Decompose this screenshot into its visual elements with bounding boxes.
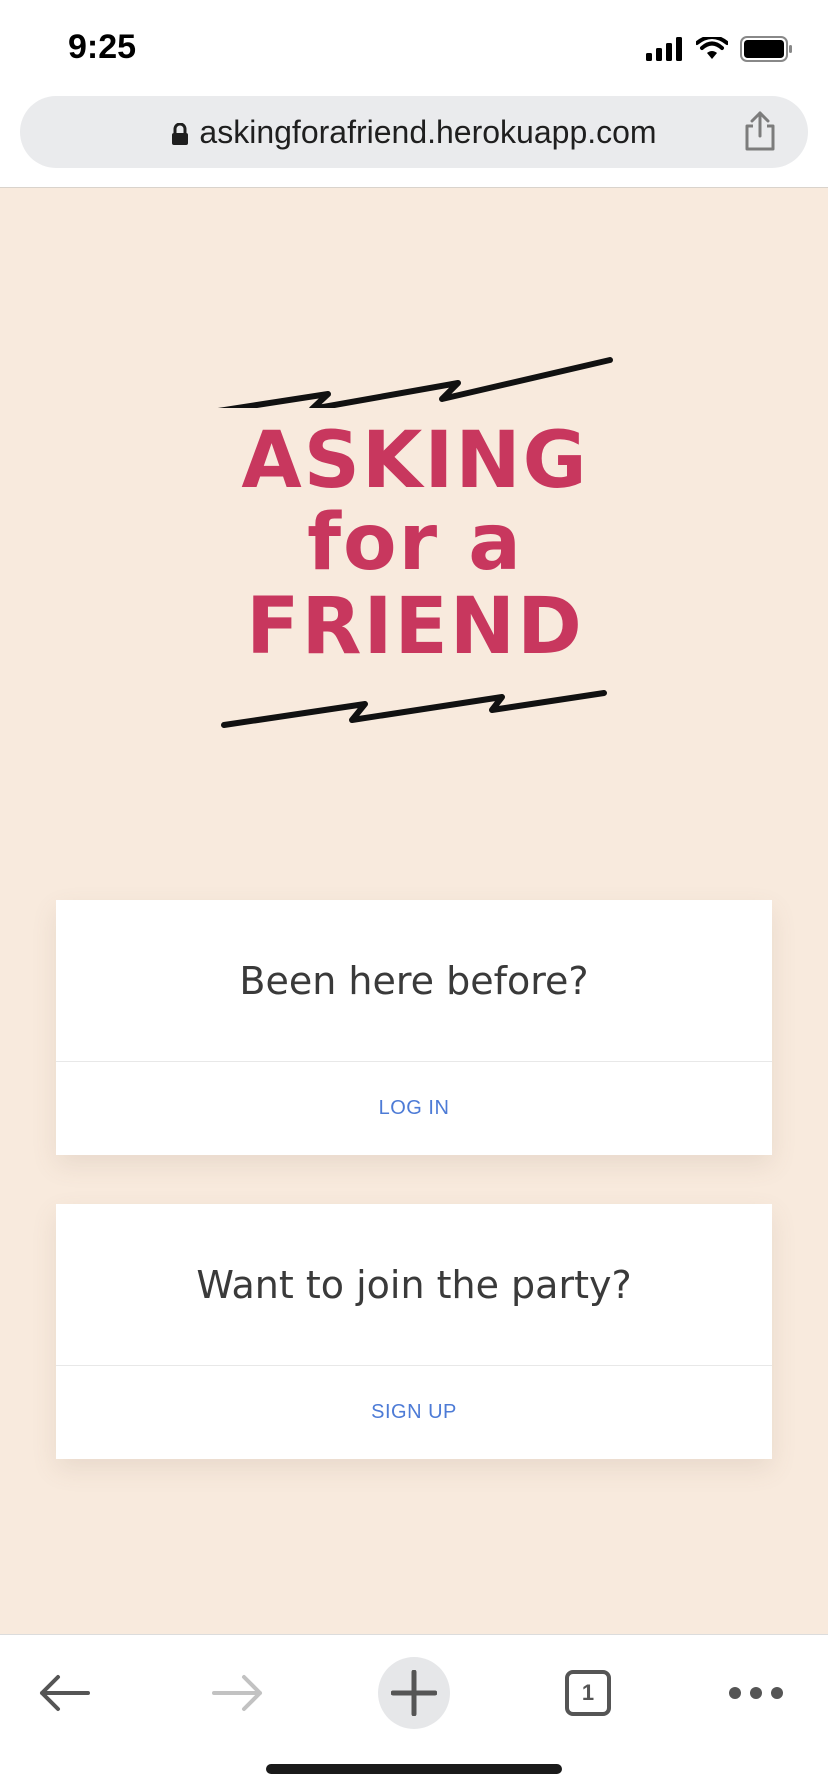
page-content: ASKING for a FRIEND Been here before? LO… [0, 188, 828, 1634]
logo-line-1: ASKING [241, 416, 589, 506]
login-card: Been here before? LOG IN [56, 900, 772, 1155]
home-indicator[interactable] [266, 1764, 562, 1774]
tab-count: 1 [581, 1680, 595, 1705]
arrow-right-icon [212, 1675, 262, 1711]
login-button[interactable]: LOG IN [56, 1062, 772, 1155]
share-icon[interactable] [742, 110, 778, 152]
status-bar: 9:25 [0, 0, 828, 96]
top-zigzag-icon [217, 357, 613, 408]
url-text: askingforafriend.herokuapp.com [199, 114, 657, 150]
more-icon [729, 1687, 783, 1699]
logo: ASKING for a FRIEND [200, 348, 630, 768]
plus-icon [391, 1670, 437, 1716]
login-heading: Been here before? [56, 900, 772, 1062]
menu-button[interactable] [720, 1657, 792, 1729]
arrow-left-icon [40, 1675, 90, 1711]
back-button[interactable] [28, 1657, 100, 1729]
signup-heading: Want to join the party? [56, 1204, 772, 1366]
bottom-zigzag-icon [221, 690, 607, 728]
forward-button[interactable] [202, 1657, 274, 1729]
logo-line-2: for a [307, 498, 523, 588]
signal-icon [646, 37, 682, 61]
url-display[interactable]: askingforafriend.herokuapp.com [20, 114, 808, 151]
signup-button[interactable]: SIGN UP [56, 1366, 772, 1459]
logo-line-3: FRIEND [246, 582, 584, 672]
battery-icon [740, 36, 792, 62]
signup-card: Want to join the party? SIGN UP [56, 1204, 772, 1459]
tabs-button[interactable]: 1 [552, 1657, 624, 1729]
address-bar[interactable]: askingforafriend.herokuapp.com [20, 96, 808, 168]
lock-icon [172, 123, 189, 145]
tab-count-icon: 1 [565, 1670, 611, 1716]
new-tab-button[interactable] [378, 1657, 450, 1729]
wifi-icon [696, 37, 728, 59]
status-icons [646, 34, 794, 64]
status-time: 9:25 [68, 28, 137, 66]
